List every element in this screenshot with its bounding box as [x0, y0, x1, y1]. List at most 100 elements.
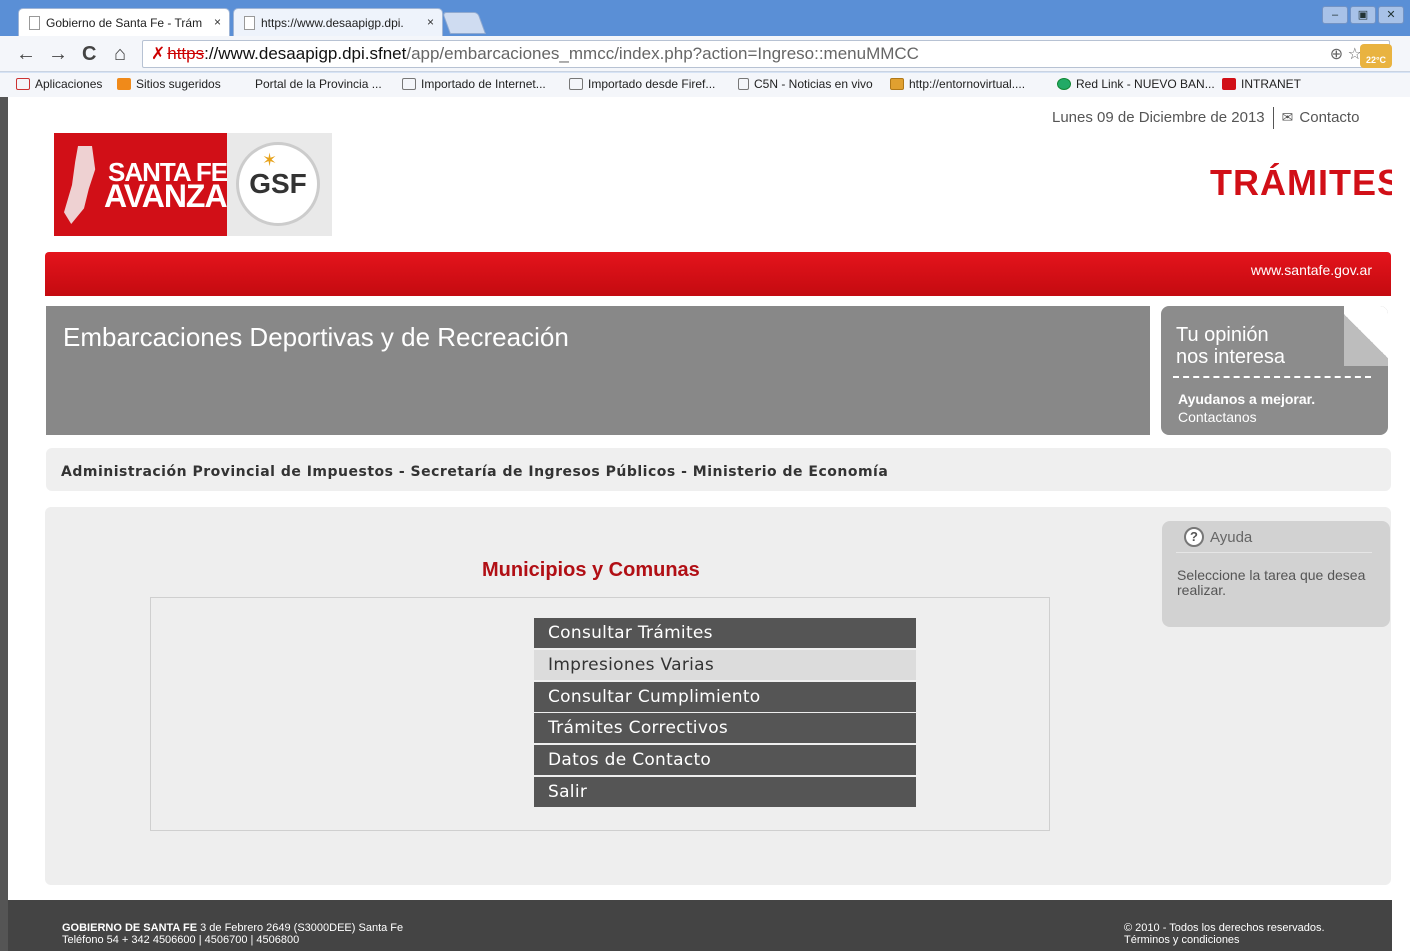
menu-item-impresiones-varias[interactable]: Impresiones Varias: [534, 650, 916, 680]
divider: [1272, 107, 1274, 129]
footer-copyright: © 2010 - Todos los derechos reservados.: [1124, 922, 1325, 934]
bookmark-label: C5N - Noticias en vivo: [754, 77, 873, 91]
url-host: ://www.desaapigp.dpi.sfnet: [204, 44, 407, 63]
moodle-icon: [890, 78, 904, 90]
url-path: /app/embarcaciones_mmcc/index.php?action…: [406, 44, 919, 63]
help-box: ? Ayuda Seleccione la tarea que desea re…: [1162, 521, 1390, 627]
page-icon: [738, 78, 749, 90]
minimize-button[interactable]: ‒: [1322, 6, 1348, 24]
tab-gobierno[interactable]: Gobierno de Santa Fe - Trám ×: [18, 8, 230, 36]
menu-frame: Consultar Trámites Impresiones Varias Co…: [150, 597, 1050, 831]
bookmark-sitios[interactable]: Sitios sugeridos: [117, 77, 221, 91]
url-scheme: https: [167, 44, 205, 63]
browser-chrome: Gobierno de Santa Fe - Trám × https://ww…: [0, 0, 1410, 97]
site-url-link[interactable]: www.santafe.gov.ar: [1251, 262, 1372, 278]
footer-terms-link[interactable]: Términos y condiciones: [1124, 934, 1325, 946]
tab-title: https://www.desaapigp.dpi.: [261, 15, 404, 30]
bookmarks-bar: Aplicaciones Sitios sugeridos Portal de …: [0, 73, 1410, 97]
footer-address: GOBIERNO DE SANTA FE 3 de Febrero 2649 (…: [62, 922, 403, 946]
weather-extension-icon[interactable]: 22°C: [1360, 44, 1392, 68]
new-tab-button[interactable]: [441, 12, 487, 34]
page-icon: [244, 15, 255, 30]
tab-strip: Gobierno de Santa Fe - Trám × https://ww…: [0, 0, 1410, 36]
current-date: Lunes 09 de Diciembre de 2013: [1052, 108, 1265, 126]
page-heading-tramites: TRÁMITES: [1210, 162, 1402, 203]
breadcrumb: Administración Provincial de Impuestos -…: [46, 448, 1391, 491]
breadcrumb-text: Administración Provincial de Impuestos -…: [61, 464, 889, 480]
zoom-bookmark-icons[interactable]: ⊕ ☆: [1330, 44, 1362, 64]
feedback-box[interactable]: Tu opinión nos interesa Ayudanos a mejor…: [1161, 306, 1388, 435]
back-button[interactable]: ←: [16, 44, 36, 64]
right-edge: [1392, 97, 1410, 951]
tab-title: Gobierno de Santa Fe - Trám: [46, 15, 203, 30]
feedback-heading: Tu opinión nos interesa: [1176, 324, 1285, 368]
window-controls: ‒ ▣ ✕: [1322, 6, 1404, 24]
reload-button[interactable]: C: [82, 44, 96, 64]
tab-desaapigp[interactable]: https://www.desaapigp.dpi. ×: [233, 8, 443, 36]
bookmark-label: http://entornovirtual....: [909, 77, 1026, 91]
menu-item-tramites-correctivos[interactable]: Trámites Correctivos: [534, 713, 916, 743]
contact-link[interactable]: Contacto: [1299, 109, 1359, 126]
bookmark-entornovirtual[interactable]: http://entornovirtual....: [890, 77, 1025, 91]
feedback-contact-link[interactable]: Contactanos: [1178, 409, 1257, 425]
footer-street: 3 de Febrero 2649 (S3000DEE) Santa Fe: [197, 922, 404, 934]
star-icon: ✶: [262, 150, 278, 170]
page-title: Embarcaciones Deportivas y de Recreación: [63, 322, 569, 352]
close-icon[interactable]: ×: [427, 15, 434, 29]
folder-icon: [402, 78, 416, 90]
santafe-icon: [1222, 78, 1236, 90]
page-icon: [29, 15, 40, 30]
bookmark-label: Aplicaciones: [35, 77, 103, 91]
help-icon: ?: [1184, 527, 1204, 547]
feedback-line2: nos interesa: [1176, 346, 1285, 368]
top-info: Lunes 09 de Diciembre de 2013 ✉ Contacto: [1052, 107, 1359, 129]
close-window-button[interactable]: ✕: [1378, 6, 1404, 24]
bookmark-label: Red Link - NUEVO BAN...: [1076, 77, 1215, 91]
bookmark-importado-ff[interactable]: Importado desde Firef...: [569, 77, 715, 91]
menu-item-datos-contacto[interactable]: Datos de Contacto: [534, 745, 916, 775]
maximize-button[interactable]: ▣: [1350, 6, 1376, 24]
logo-text-avanza: AVANZA: [104, 178, 228, 214]
gsf-logo: GSF: [236, 142, 320, 226]
bookmark-label: Importado de Internet...: [421, 77, 546, 91]
portal-icon: [236, 78, 250, 90]
menu-item-consultar-tramites[interactable]: Consultar Trámites: [534, 618, 916, 648]
feedback-cta: Ayudanos a mejorar.: [1178, 391, 1316, 407]
left-edge: [0, 97, 8, 951]
browser-toolbar: ← → C ⌂ ✗ https://www.desaapigp.dpi.sfne…: [0, 36, 1410, 72]
redlink-icon: [1057, 78, 1071, 90]
sitios-icon: [117, 78, 131, 90]
bookmark-intranet[interactable]: INTRANET: [1222, 77, 1301, 91]
footer: GOBIERNO DE SANTA FE 3 de Febrero 2649 (…: [8, 900, 1392, 951]
bookmark-portal[interactable]: Portal de la Provincia ...: [236, 77, 382, 91]
page-fold-icon: [1344, 306, 1388, 366]
bookmark-label: Importado desde Firef...: [588, 77, 716, 91]
bookmark-label: INTRANET: [1241, 77, 1301, 91]
footer-org: GOBIERNO DE SANTA FE: [62, 922, 198, 934]
menu-item-salir[interactable]: Salir: [534, 777, 916, 807]
insecure-lock-icon: ✗: [151, 44, 166, 63]
close-icon[interactable]: ×: [214, 15, 221, 29]
footer-phone: Teléfono 54 + 342 4506600 | 4506700 | 45…: [62, 934, 300, 946]
bookmark-label: Sitios sugeridos: [136, 77, 221, 91]
bookmark-redlink[interactable]: Red Link - NUEVO BAN...: [1057, 77, 1215, 91]
bookmark-aplicaciones[interactable]: Aplicaciones: [16, 77, 102, 91]
folder-icon: [569, 78, 583, 90]
footer-legal: © 2010 - Todos los derechos reservados. …: [1124, 922, 1325, 946]
help-title: Ayuda: [1210, 529, 1253, 546]
section-title: Municipios y Comunas: [482, 559, 700, 581]
forward-button[interactable]: →: [48, 44, 68, 64]
bookmark-c5n[interactable]: C5N - Noticias en vivo: [738, 77, 873, 91]
help-text: Seleccione la tarea que desea realizar.: [1177, 567, 1366, 598]
header-red-bar: www.santafe.gov.ar: [45, 252, 1391, 296]
mail-icon: ✉: [1281, 108, 1294, 125]
address-bar[interactable]: ✗ https://www.desaapigp.dpi.sfnet/app/em…: [142, 40, 1390, 68]
bookmark-label: Portal de la Provincia ...: [255, 77, 382, 91]
bookmark-importado-ie[interactable]: Importado de Internet...: [402, 77, 546, 91]
section-banner: Embarcaciones Deportivas y de Recreación: [46, 306, 1150, 435]
feedback-line1: Tu opinión: [1176, 324, 1269, 346]
home-button[interactable]: ⌂: [114, 44, 126, 64]
dashed-divider: [1173, 376, 1371, 378]
menu-item-consultar-cumplimiento[interactable]: Consultar Cumplimiento: [534, 682, 916, 712]
divider: [1176, 552, 1372, 553]
